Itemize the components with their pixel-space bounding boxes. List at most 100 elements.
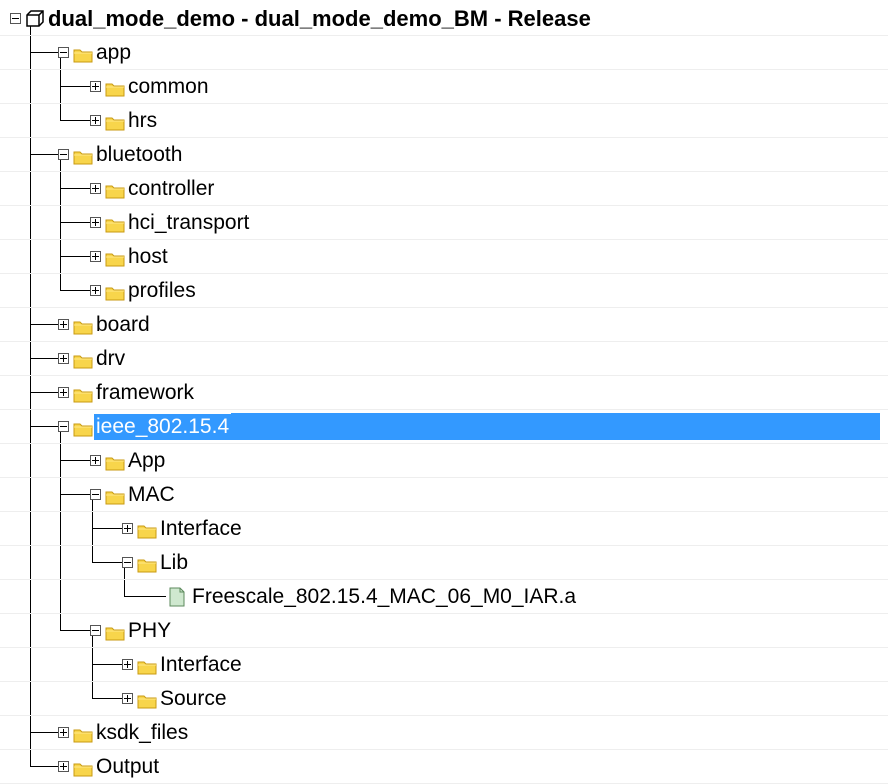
tree-connector-line	[60, 630, 90, 631]
tree-item-label: Output	[96, 755, 160, 778]
tree-row[interactable]: framework	[0, 376, 888, 410]
expand-toggle-icon[interactable]	[58, 727, 69, 738]
tree-connector-line	[60, 188, 90, 189]
tree-row[interactable]: hci_transport	[0, 206, 888, 240]
collapse-toggle-icon[interactable]	[90, 489, 101, 500]
expand-toggle-icon[interactable]	[122, 659, 133, 670]
tree-item-label: bluetooth	[96, 143, 183, 166]
tree-connector-line	[30, 732, 58, 733]
tree-item-label: profiles	[128, 279, 196, 302]
tree-item-label: PHY	[128, 619, 172, 642]
tree-item-label: hci_transport	[128, 211, 250, 234]
folder-icon	[137, 691, 157, 709]
folder-icon	[137, 555, 157, 573]
collapse-toggle-icon[interactable]	[10, 13, 21, 24]
folder-icon	[105, 487, 125, 505]
folder-icon	[105, 249, 125, 267]
tree-connector-line	[30, 766, 58, 767]
tree-row[interactable]: controller	[0, 172, 888, 206]
tree-row[interactable]: Source	[0, 682, 888, 716]
folder-icon	[73, 147, 93, 165]
tree-item-label: Source	[160, 687, 227, 710]
project-tree: dual_mode_demo - dual_mode_demo_BM - Rel…	[0, 0, 888, 784]
tree-row[interactable]: dual_mode_demo - dual_mode_demo_BM - Rel…	[0, 2, 888, 36]
tree-connector-line	[30, 324, 58, 325]
tree-row[interactable]: drv	[0, 342, 888, 376]
collapse-toggle-icon[interactable]	[58, 47, 69, 58]
project-title: dual_mode_demo - dual_mode_demo_BM - Rel…	[48, 6, 591, 31]
tree-row[interactable]: PHY	[0, 614, 888, 648]
folder-icon	[73, 419, 93, 437]
expand-toggle-icon[interactable]	[90, 115, 101, 126]
tree-row[interactable]: Interface	[0, 648, 888, 682]
tree-row[interactable]: App	[0, 444, 888, 478]
folder-icon	[105, 113, 125, 131]
expand-toggle-icon[interactable]	[90, 285, 101, 296]
folder-icon	[105, 181, 125, 199]
tree-item-label: common	[128, 75, 209, 98]
expand-toggle-icon[interactable]	[58, 319, 69, 330]
tree-connector-line	[92, 562, 122, 563]
expand-toggle-icon[interactable]	[122, 523, 133, 534]
expand-toggle-icon[interactable]	[90, 251, 101, 262]
collapse-toggle-icon[interactable]	[90, 625, 101, 636]
folder-icon	[105, 283, 125, 301]
tree-row[interactable]: Freescale_802.15.4_MAC_06_M0_IAR.a	[0, 580, 888, 614]
tree-connector-line	[60, 460, 90, 461]
expand-toggle-icon[interactable]	[90, 455, 101, 466]
tree-item-label: App	[128, 449, 166, 472]
tree-connector-line	[60, 86, 90, 87]
collapse-toggle-icon[interactable]	[58, 149, 69, 160]
tree-item-label: host	[128, 245, 168, 268]
expand-toggle-icon[interactable]	[90, 81, 101, 92]
collapse-toggle-icon[interactable]	[122, 557, 133, 568]
tree-connector-line	[60, 222, 90, 223]
tree-connector-line	[60, 256, 90, 257]
tree-item-label: board	[96, 313, 150, 336]
tree-item-label: Lib	[160, 551, 189, 574]
tree-item-label: MAC	[128, 483, 175, 506]
tree-item-label: Freescale_802.15.4_MAC_06_M0_IAR.a	[192, 585, 577, 608]
tree-item-label: ieee_802.15.4	[94, 414, 232, 440]
folder-icon	[73, 351, 93, 369]
folder-icon	[105, 623, 125, 641]
folder-icon	[73, 317, 93, 335]
selection-highlight	[231, 413, 880, 440]
tree-row[interactable]: profiles	[0, 274, 888, 308]
expand-toggle-icon[interactable]	[58, 353, 69, 364]
folder-icon	[73, 759, 93, 777]
tree-connector-line	[30, 52, 58, 53]
tree-row[interactable]: board	[0, 308, 888, 342]
tree-row[interactable]: bluetooth	[0, 138, 888, 172]
tree-row[interactable]: app	[0, 36, 888, 70]
tree-item-label: drv	[96, 347, 126, 370]
tree-row[interactable]: Lib	[0, 546, 888, 580]
expand-toggle-icon[interactable]	[122, 693, 133, 704]
tree-item-label: Interface	[160, 517, 242, 540]
tree-connector-line	[60, 120, 90, 121]
tree-row[interactable]: hrs	[0, 104, 888, 138]
folder-icon	[105, 453, 125, 471]
tree-row[interactable]: Interface	[0, 512, 888, 546]
folder-icon	[137, 521, 157, 539]
tree-item-label: ksdk_files	[96, 721, 189, 744]
tree-row[interactable]: Output	[0, 750, 888, 784]
expand-toggle-icon[interactable]	[58, 761, 69, 772]
expand-toggle-icon[interactable]	[90, 217, 101, 228]
tree-item-label: hrs	[128, 109, 158, 132]
tree-connector-line	[30, 426, 58, 427]
tree-row[interactable]: common	[0, 70, 888, 104]
tree-item-label: Interface	[160, 653, 242, 676]
tree-row[interactable]: host	[0, 240, 888, 274]
tree-row[interactable]: MAC	[0, 478, 888, 512]
tree-connector-line	[124, 596, 166, 597]
expand-toggle-icon[interactable]	[58, 387, 69, 398]
tree-connector-line	[60, 290, 90, 291]
tree-row[interactable]: ksdk_files	[0, 716, 888, 750]
tree-connector-line	[92, 698, 122, 699]
folder-icon	[105, 215, 125, 233]
tree-item-label: controller	[128, 177, 215, 200]
tree-row-selected[interactable]: ieee_802.15.4	[0, 410, 888, 444]
collapse-toggle-icon[interactable]	[58, 421, 69, 432]
expand-toggle-icon[interactable]	[90, 183, 101, 194]
